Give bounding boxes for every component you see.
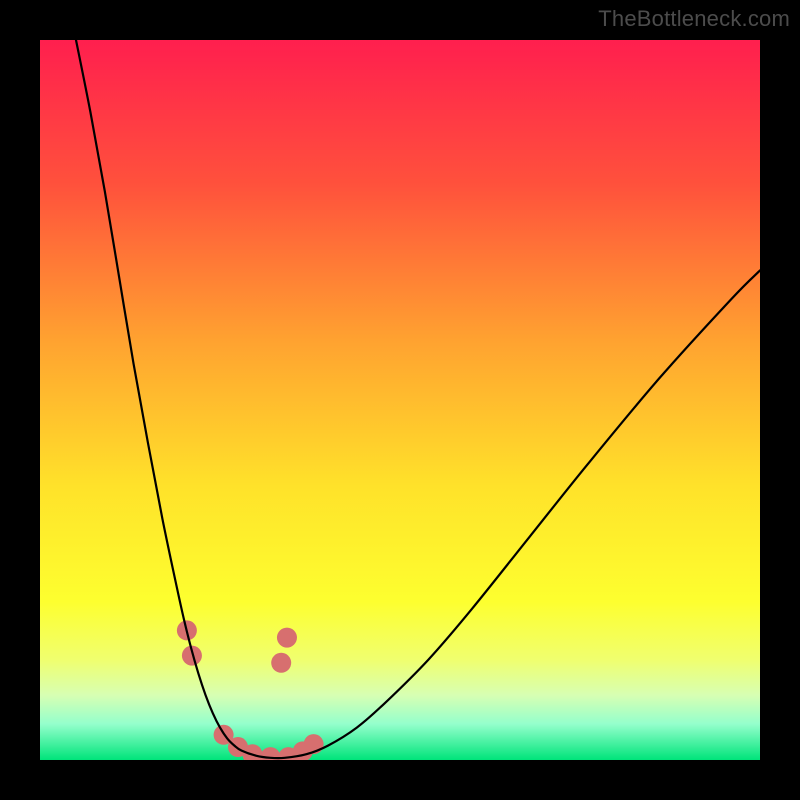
curve-layer [40, 40, 760, 760]
chart-frame: TheBottleneck.com [0, 0, 800, 800]
plot-area [40, 40, 760, 760]
watermark-text: TheBottleneck.com [598, 6, 790, 32]
marker-dot [277, 628, 297, 648]
marker-dot [271, 653, 291, 673]
bottleneck-curve [76, 40, 760, 758]
marker-dots [177, 620, 324, 760]
